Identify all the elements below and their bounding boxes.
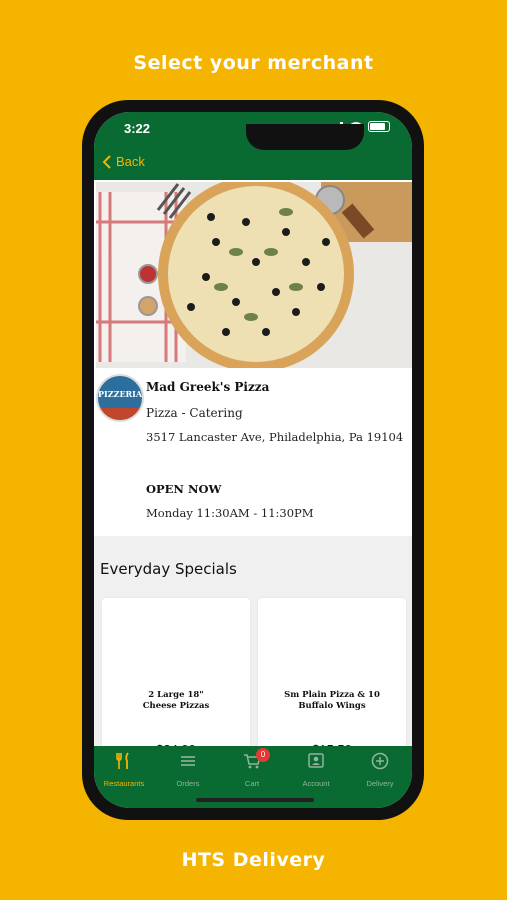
- battery-icon: [368, 121, 390, 132]
- specials-title: Everyday Specials: [100, 560, 237, 578]
- phone-frame: 3:22 Back PIZZERIA Mad Greek's Pizza Piz…: [82, 100, 424, 820]
- open-status: OPEN NOW: [146, 482, 222, 496]
- nav-bar: Back: [94, 146, 412, 180]
- tab-label: Delivery: [366, 779, 394, 788]
- account-icon: [308, 753, 324, 768]
- hero-image-pizza: [96, 182, 412, 368]
- merchant-address: 3517 Lancaster Ave, Philadelphia, Pa 191…: [146, 430, 404, 444]
- home-indicator: [196, 798, 314, 802]
- tab-orders[interactable]: Orders: [158, 752, 218, 788]
- special-name: Sm Plain Pizza & 10 Buffalo Wings: [284, 690, 380, 711]
- chevron-left-icon: [102, 154, 111, 169]
- logo-text: PIZZERIA: [98, 389, 143, 399]
- tab-label: Restaurants: [103, 779, 145, 788]
- opening-hours: Monday 11:30AM - 11:30PM: [146, 506, 314, 520]
- merchant-name: Mad Greek's Pizza: [146, 380, 270, 394]
- special-card[interactable]: 2 Large 18" Cheese Pizzas $24.99: [102, 598, 250, 768]
- list-icon: [181, 756, 195, 766]
- merchant-category: Pizza - Catering: [146, 406, 243, 420]
- cart-badge: 0: [256, 748, 270, 762]
- tab-delivery[interactable]: Delivery: [350, 752, 410, 788]
- promo-footer: HTS Delivery: [181, 849, 326, 871]
- tab-restaurants[interactable]: Restaurants: [94, 752, 154, 788]
- specials-section: Everyday Specials 2 Large 18" Cheese Piz…: [94, 536, 412, 768]
- pizza-photo: [96, 182, 412, 368]
- tab-label: Cart: [244, 779, 260, 788]
- back-button[interactable]: Back: [102, 154, 145, 169]
- special-name: 2 Large 18" Cheese Pizzas: [142, 690, 210, 711]
- back-label: Back: [116, 154, 145, 169]
- special-card[interactable]: Sm Plain Pizza & 10 Buffalo Wings $15.50: [258, 598, 406, 768]
- app-screen: 3:22 Back PIZZERIA Mad Greek's Pizza Piz…: [94, 112, 412, 808]
- plus-circle-icon: [371, 752, 389, 770]
- promo-headline: Select your merchant: [133, 52, 374, 74]
- merchant-info: PIZZERIA Mad Greek's Pizza Pizza - Cater…: [94, 368, 412, 536]
- tab-account[interactable]: Account: [286, 752, 346, 788]
- tab-label: Account: [302, 779, 330, 788]
- notch: [246, 124, 364, 150]
- tab-cart[interactable]: 0 Cart: [222, 748, 282, 788]
- fork-knife-icon: [116, 752, 129, 769]
- tab-label: Orders: [176, 779, 200, 788]
- logo-bottom-band: [98, 408, 142, 420]
- status-time: 3:22: [124, 121, 151, 136]
- merchant-logo: PIZZERIA: [96, 374, 144, 422]
